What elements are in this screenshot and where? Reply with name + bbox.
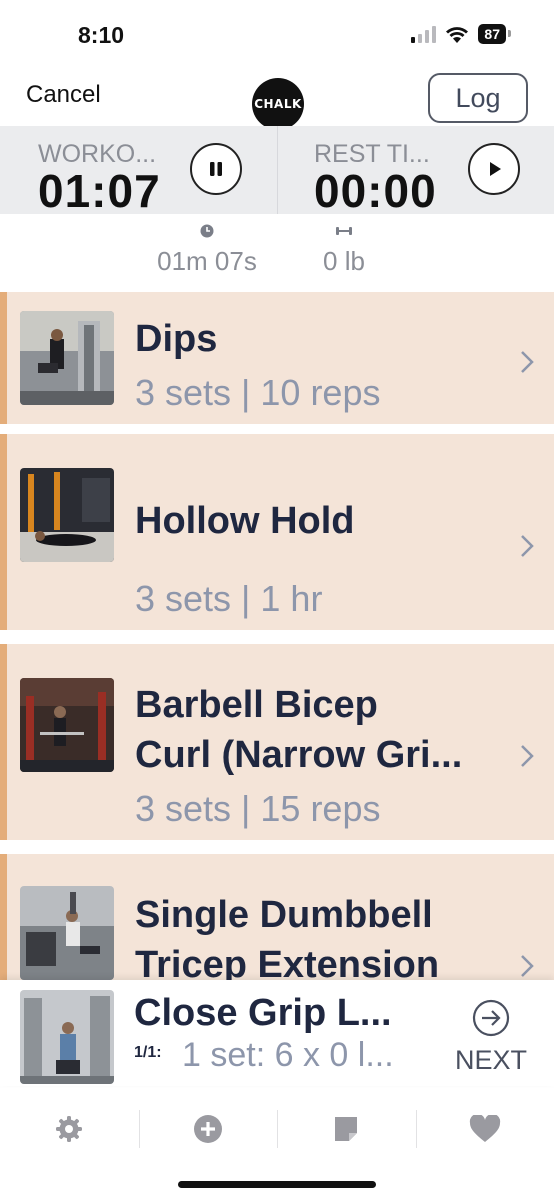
exercise-card-hollow-hold[interactable]: Hollow Hold 3 sets | 1 hr	[0, 434, 554, 630]
heart-icon	[469, 1115, 500, 1142]
pause-button[interactable]	[190, 143, 242, 195]
exercise-title-line-1: Barbell Bicep	[135, 684, 378, 726]
current-exercise-bar[interactable]: Close Grip L... 1/1: 1 set: 6 x 0 l... N…	[0, 980, 554, 1086]
chevron-right-icon	[521, 955, 534, 977]
exercise-card-dips[interactable]: Dips 3 sets | 10 reps	[0, 292, 554, 424]
workout-stats: 01m 07s 0 lb	[0, 214, 554, 292]
play-button[interactable]	[468, 143, 520, 195]
next-label: NEXT	[454, 1045, 527, 1075]
signal-icon	[411, 25, 437, 43]
chevron-right-icon	[521, 351, 534, 373]
add-circle-icon	[193, 1115, 222, 1143]
status-icons: 87	[411, 24, 511, 44]
nav-bar: Cancel CHALK Log	[0, 70, 554, 130]
next-button[interactable]: NEXT	[446, 998, 536, 1076]
rest-timer-value: 00:00	[314, 165, 437, 217]
exercise-meta: 3 sets | 15 reps	[135, 788, 381, 829]
duration-stat: 01m 07s	[148, 222, 266, 277]
exercise-thumbnail	[20, 311, 114, 405]
settings-tab[interactable]	[0, 1098, 139, 1160]
notes-tab[interactable]	[277, 1098, 416, 1160]
favorite-tab[interactable]	[415, 1098, 554, 1160]
battery-icon: 87	[478, 24, 511, 44]
chevron-right-icon	[521, 535, 534, 557]
current-set-index: 1/1:	[134, 1044, 162, 1061]
cancel-button[interactable]: Cancel	[26, 81, 101, 109]
workout-timer-value: 01:07	[38, 165, 161, 217]
status-time: 8:10	[78, 22, 125, 48]
duration-value: 01m 07s	[157, 246, 257, 276]
rest-timer: REST TI... 00:00	[277, 126, 554, 217]
pause-icon	[210, 162, 222, 176]
dumbbell-icon	[336, 227, 352, 235]
exercise-meta: 3 sets | 10 reps	[135, 372, 381, 413]
gear-icon	[56, 1116, 83, 1142]
timers-panel: WORKO... 01:07 REST TI... 00:00	[0, 126, 554, 217]
exercise-title: Dips	[135, 318, 218, 360]
exercise-thumbnail	[20, 678, 114, 772]
wifi-icon	[446, 26, 469, 43]
weight-stat: 0 lb	[312, 222, 376, 277]
chevron-right-icon	[521, 745, 534, 767]
bottom-toolbar	[0, 1098, 554, 1160]
workout-timer: WORKO... 01:07	[0, 126, 277, 217]
current-set-info: 1 set: 6 x 0 l...	[182, 1036, 394, 1074]
current-exercise-title: Close Grip L...	[134, 992, 392, 1034]
add-tab[interactable]	[138, 1098, 278, 1160]
log-button[interactable]: Log	[428, 73, 528, 123]
exercise-meta: 3 sets | 1 hr	[135, 578, 323, 619]
note-icon	[335, 1117, 358, 1141]
exercise-thumbnail	[20, 886, 114, 980]
clock-icon	[200, 224, 214, 238]
exercise-thumbnail	[20, 468, 114, 562]
weight-value: 0 lb	[323, 246, 365, 276]
arrow-right-circle-icon	[472, 999, 510, 1037]
current-exercise-thumbnail	[20, 990, 114, 1084]
exercise-title-line-1: Single Dumbbell	[135, 894, 433, 936]
exercise-title: Hollow Hold	[135, 500, 355, 542]
play-icon	[490, 162, 501, 176]
status-bar: 8:10 87	[0, 0, 554, 70]
home-indicator	[178, 1181, 376, 1188]
exercise-card-barbell-bicep-curl[interactable]: Barbell Bicep Curl (Narrow Gri... 3 sets…	[0, 644, 554, 840]
chalk-logo: CHALK	[252, 78, 304, 130]
exercise-title-line-2: Curl (Narrow Gri...	[135, 734, 463, 776]
